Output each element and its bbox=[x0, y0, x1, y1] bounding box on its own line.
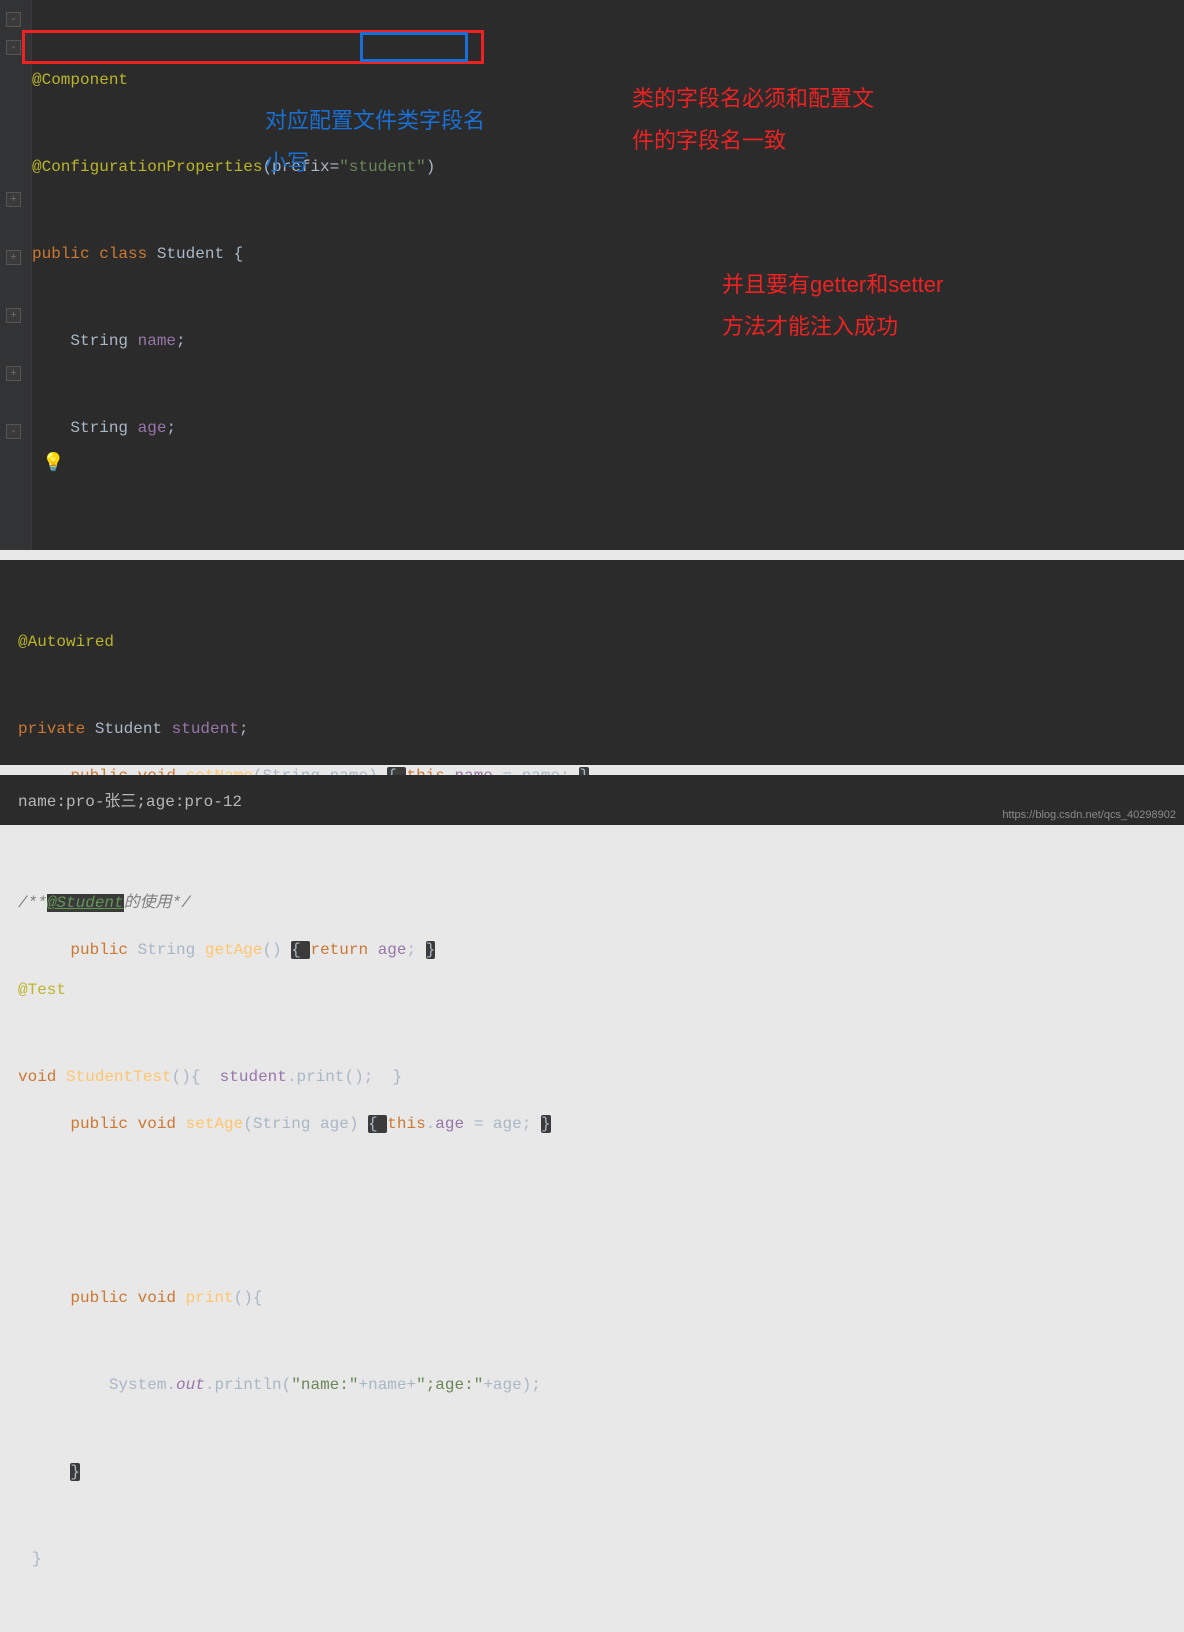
blank-line bbox=[32, 1197, 1184, 1226]
code-line: /**@Student的使用*/ bbox=[18, 889, 1184, 918]
code-line: @Test bbox=[18, 976, 1184, 1005]
fold-end-icon[interactable] bbox=[6, 482, 21, 497]
code-line: String name; bbox=[32, 327, 1184, 356]
fold-icon[interactable]: - bbox=[6, 424, 21, 439]
expand-icon[interactable]: + bbox=[6, 366, 21, 381]
expand-icon[interactable]: + bbox=[6, 308, 21, 323]
watermark-text: https://blog.csdn.net/qcs_40298902 bbox=[1002, 809, 1176, 821]
code-area-2[interactable]: @Autowired private Student student; /**@… bbox=[18, 570, 1184, 1150]
console-output-panel: name:pro-张三;age:pro-12 https://blog.csdn… bbox=[0, 775, 1184, 825]
code-line: private Student student; bbox=[18, 715, 1184, 744]
code-line: } bbox=[32, 1545, 1184, 1574]
fold-icon[interactable]: - bbox=[6, 12, 21, 27]
code-line: @Autowired bbox=[18, 628, 1184, 657]
code-line: System.out.println("name:"+name+";age:"+… bbox=[32, 1371, 1184, 1400]
console-output-line: name:pro-张三;age:pro-12 bbox=[18, 793, 242, 811]
code-line: @ConfigurationProperties(prefix="student… bbox=[32, 153, 1184, 182]
blank-line bbox=[32, 501, 1184, 530]
code-editor-panel-2: @Autowired private Student student; /**@… bbox=[0, 560, 1184, 765]
code-line: void StudentTest(){ student.print(); } bbox=[18, 1063, 1184, 1092]
code-editor-panel-1: - - + + + + - 💡 @Component @Configuratio… bbox=[0, 0, 1184, 550]
editor-gutter: - - + + + + - bbox=[0, 0, 32, 550]
expand-icon[interactable]: + bbox=[6, 250, 21, 265]
code-line: public void print(){ bbox=[32, 1284, 1184, 1313]
fold-icon[interactable]: - bbox=[6, 40, 21, 55]
expand-icon[interactable]: + bbox=[6, 192, 21, 207]
code-line: String age; bbox=[32, 414, 1184, 443]
code-line: } bbox=[32, 1458, 1184, 1487]
code-line: public class Student { bbox=[32, 240, 1184, 269]
code-line: @Component bbox=[32, 66, 1184, 95]
